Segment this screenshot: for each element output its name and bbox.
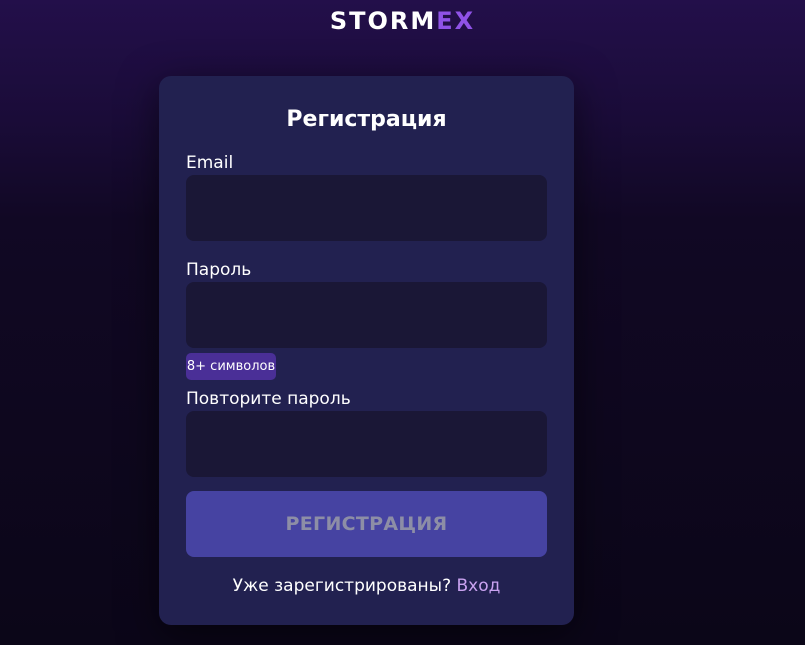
- repeat-password-field[interactable]: [186, 411, 547, 477]
- password-field[interactable]: [186, 282, 547, 348]
- logo-text-storm: STORM: [329, 7, 437, 35]
- repeat-password-label: Повторите пароль: [186, 389, 351, 409]
- register-button[interactable]: РЕГИСТРАЦИЯ: [186, 491, 547, 557]
- login-link[interactable]: Вход: [457, 576, 501, 596]
- form-title: Регистрация: [286, 107, 447, 132]
- email-field[interactable]: [186, 175, 547, 241]
- logo-text-ex: EX: [436, 7, 476, 35]
- stormex-logo: STORMEX: [0, 6, 805, 36]
- password-hint-badge: 8+ символов: [186, 353, 276, 380]
- email-label: Email: [186, 153, 234, 173]
- registration-card: Регистрация Email Пароль 8+ символов Пов…: [159, 76, 574, 625]
- login-prompt-text: Уже зарегистрированы?: [232, 576, 452, 596]
- password-label: Пароль: [186, 260, 252, 280]
- login-prompt: Уже зарегистрированы? Вход: [159, 574, 574, 598]
